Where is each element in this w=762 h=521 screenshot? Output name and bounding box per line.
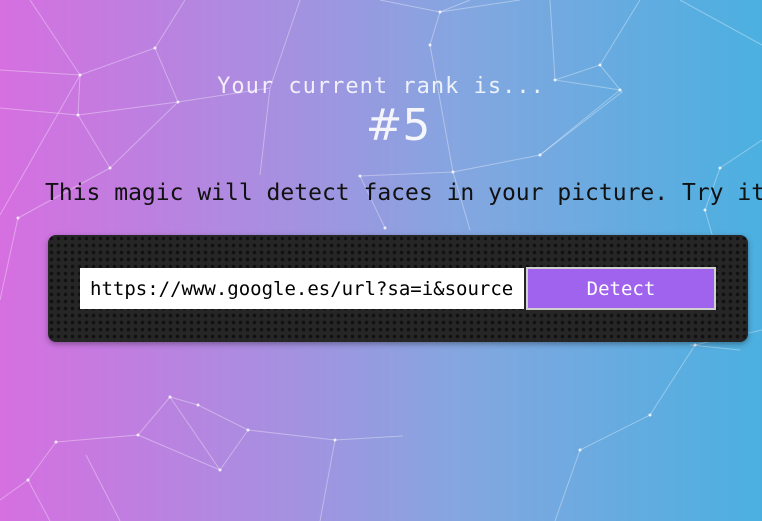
- tagline: This magic will detect faces in your pic…: [45, 180, 762, 206]
- image-url-input[interactable]: [80, 268, 524, 309]
- detect-button[interactable]: Detect: [526, 267, 716, 310]
- detector-panel: Detect: [48, 235, 748, 342]
- rank-value: #5: [365, 100, 431, 151]
- rank-label: Your current rank is...: [217, 74, 545, 99]
